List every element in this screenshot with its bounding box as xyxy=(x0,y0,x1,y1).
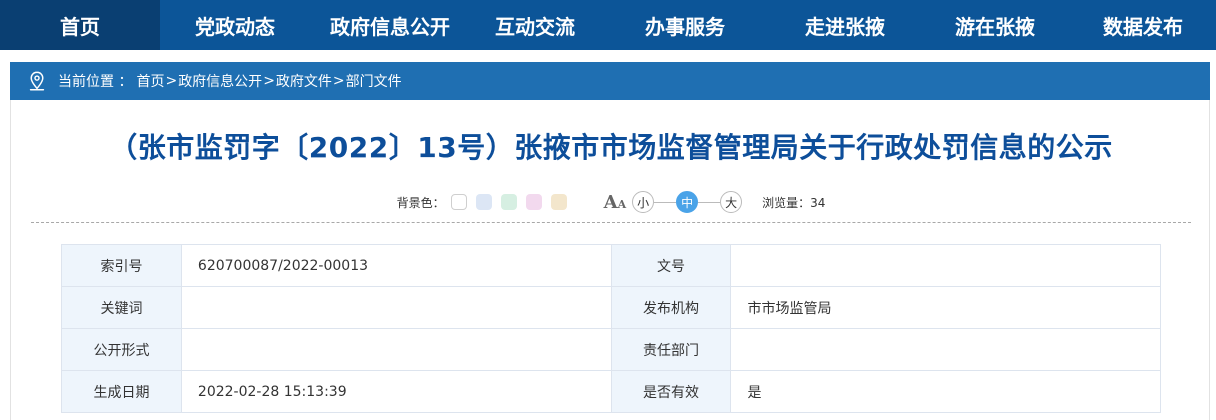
location-pin-icon xyxy=(29,71,45,91)
font-size-medium-button[interactable]: 中 xyxy=(676,191,699,213)
bg-swatch-tan[interactable] xyxy=(550,194,567,210)
reading-toolbar: 背景色： AA 小 中 大 浏览量：34 xyxy=(11,190,1211,214)
created-date-value: 2022-02-28 15:13:39 xyxy=(180,370,612,413)
document-info-table: 索引号 620700087/2022-00013 文号 关键词 发布机构 市市场… xyxy=(61,244,1161,413)
nav-item-home[interactable]: 首页 xyxy=(0,0,160,50)
responsible-dept-value xyxy=(730,328,1161,371)
publisher-value: 市市场监管局 xyxy=(730,286,1161,329)
breadcrumb-item-home[interactable]: 首页 xyxy=(136,71,164,91)
keywords-label: 关键词 xyxy=(61,286,182,329)
font-size-small-button[interactable]: 小 xyxy=(632,191,655,213)
table-row: 公开形式 责任部门 xyxy=(61,328,1161,371)
breadcrumb-separator: > xyxy=(165,73,178,89)
table-row: 生成日期 2022-02-28 15:13:39 是否有效 是 xyxy=(61,370,1161,413)
breadcrumb-prefix: 当前位置 ： xyxy=(58,74,133,90)
font-size-icon: AA xyxy=(603,191,627,213)
validity-label: 是否有效 xyxy=(610,370,732,413)
publisher-label: 发布机构 xyxy=(610,286,732,329)
breadcrumb-separator: > xyxy=(332,73,345,89)
disclosure-form-label: 公开形式 xyxy=(61,328,182,371)
article-container: （张市监罚字〔2022〕13号）张掖市市场监督管理局关于行政处罚信息的公示 背景… xyxy=(10,100,1210,420)
divider xyxy=(31,222,1191,223)
bg-swatch-green[interactable] xyxy=(500,194,517,210)
table-row: 关键词 发布机构 市市场监管局 xyxy=(61,286,1161,329)
view-count-value: 34 xyxy=(810,195,826,210)
background-color-label: 背景色： xyxy=(396,195,445,210)
responsible-dept-label: 责任部门 xyxy=(610,328,732,371)
disclosure-form-value xyxy=(180,328,612,371)
validity-value: 是 xyxy=(730,370,1161,413)
bg-swatch-white[interactable] xyxy=(450,194,467,210)
created-date-label: 生成日期 xyxy=(61,370,182,413)
breadcrumb-item-dept-documents[interactable]: 部门文件 xyxy=(346,71,402,91)
nav-item-services[interactable]: 办事服务 xyxy=(600,0,770,50)
font-size-large-button[interactable]: 大 xyxy=(720,191,743,213)
nav-item-about-zhangye[interactable]: 走进张掖 xyxy=(770,0,920,50)
nav-item-party-news[interactable]: 党政动态 xyxy=(160,0,310,50)
breadcrumb-item-gov-info[interactable]: 政府信息公开 xyxy=(178,71,262,91)
article-title: （张市监罚字〔2022〕13号）张掖市市场监督管理局关于行政处罚信息的公示 xyxy=(109,131,1113,164)
breadcrumb-separator: > xyxy=(263,73,275,89)
nav-item-interaction[interactable]: 互动交流 xyxy=(470,0,600,50)
table-row: 索引号 620700087/2022-00013 文号 xyxy=(61,244,1161,287)
breadcrumb-item-gov-documents[interactable]: 政府文件 xyxy=(276,71,332,91)
bg-swatch-blue[interactable] xyxy=(475,194,492,210)
keywords-value xyxy=(180,286,612,329)
nav-item-data-release[interactable]: 数据发布 xyxy=(1070,0,1216,50)
size-connector xyxy=(698,201,721,203)
size-connector xyxy=(654,201,677,203)
nav-item-tourism[interactable]: 游在张掖 xyxy=(920,0,1070,50)
breadcrumb: 当前位置 ： 首页 > 政府信息公开 > 政府文件 > 部门文件 xyxy=(10,62,1210,100)
bg-swatch-pink[interactable] xyxy=(525,194,542,210)
index-number-label: 索引号 xyxy=(61,244,182,287)
view-count: 浏览量：34 xyxy=(762,194,825,211)
nav-item-gov-info[interactable]: 政府信息公开 xyxy=(310,0,470,50)
doc-number-label: 文号 xyxy=(610,244,732,287)
doc-number-value xyxy=(730,244,1161,287)
view-count-label: 浏览量： xyxy=(762,195,811,210)
top-nav: 首页 党政动态 政府信息公开 互动交流 办事服务 走进张掖 游在张掖 数据发布 xyxy=(0,0,1216,50)
index-number-value: 620700087/2022-00013 xyxy=(180,244,612,287)
